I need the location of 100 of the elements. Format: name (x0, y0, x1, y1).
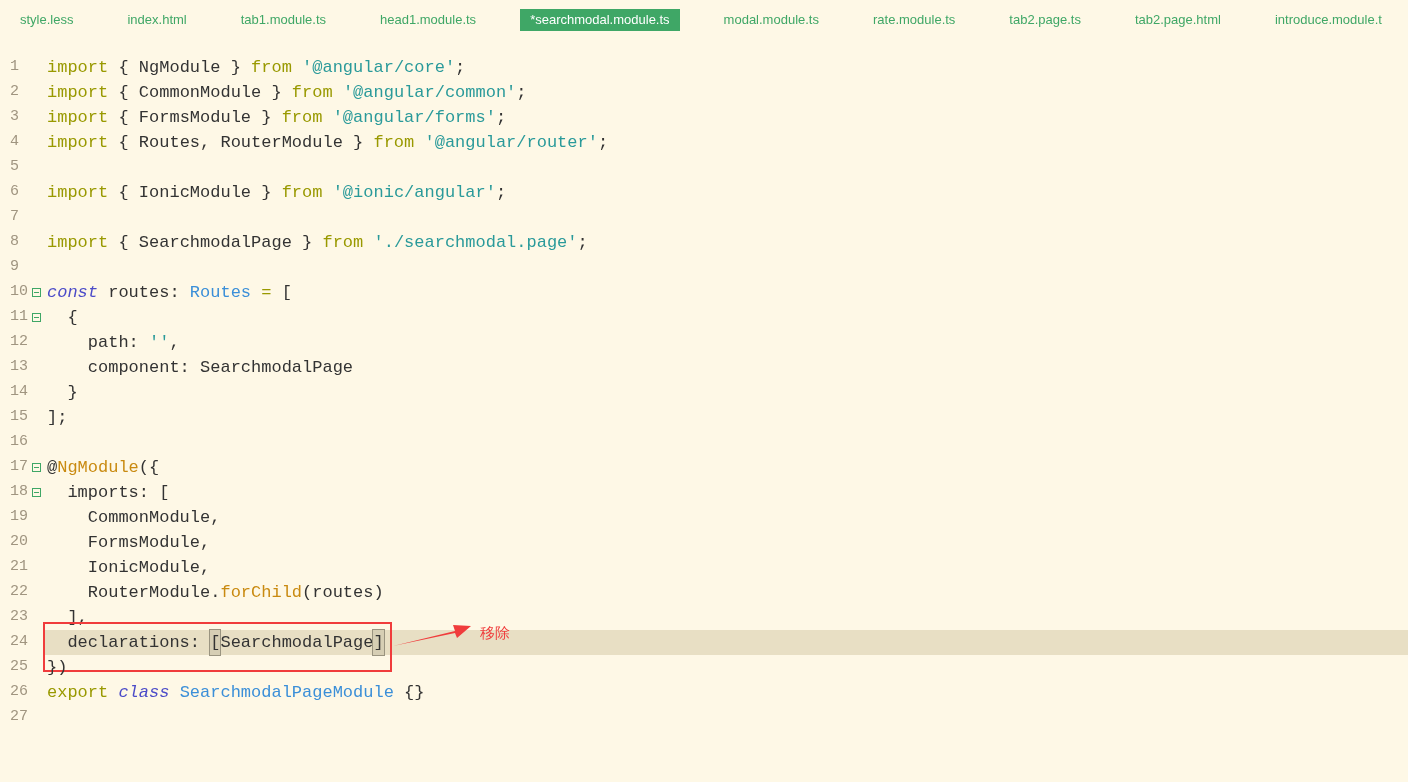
code-token: '@angular/common' (342, 81, 517, 104)
line-number: 18 (10, 482, 29, 503)
code-token: ]; (47, 406, 68, 429)
code-token: '' (149, 331, 170, 354)
line-number: 8 (10, 232, 20, 253)
code-token: import (47, 181, 109, 204)
code-token: component: SearchmodalPage (86, 356, 354, 379)
line-number: 12 (10, 332, 29, 353)
line-number: 26 (10, 682, 29, 703)
line-number: 19 (10, 507, 29, 528)
file-tab[interactable]: *searchmodal.module.ts (520, 9, 680, 31)
code-token: SearchmodalPage (220, 631, 374, 654)
line-number: 5 (10, 157, 20, 178)
line-number: 24 (10, 632, 29, 653)
line-number: 25 (10, 657, 29, 678)
file-tab[interactable]: modal.module.ts (713, 9, 829, 31)
code-token: { NgModule } (117, 56, 242, 79)
code-token: RouterModule. (86, 581, 221, 604)
code-token: from (281, 106, 324, 129)
code-token: CommonModule, (86, 506, 221, 529)
fold-icon[interactable] (32, 313, 41, 322)
code-token: ] (373, 629, 384, 656)
file-tab[interactable]: head1.module.ts (370, 9, 487, 31)
code-token: { FormsModule } (117, 106, 273, 129)
code-token: '@angular/router' (424, 131, 598, 154)
line-number: 3 (10, 107, 20, 128)
line-number: 6 (10, 182, 20, 203)
annotation-label: 移除 (480, 623, 510, 644)
code-token: import (47, 106, 109, 129)
code-token: ; (455, 56, 466, 79)
line-number: 20 (10, 532, 29, 553)
code-token: IonicModule, (86, 556, 211, 579)
code-token: import (47, 131, 109, 154)
code-token: {} (403, 681, 425, 704)
code-token: imports: [ (66, 481, 170, 504)
code-token: ; (495, 181, 507, 204)
code-token: from (251, 56, 293, 79)
code-token: ; (516, 81, 527, 104)
line-number: 7 (10, 207, 20, 228)
code-token: forChild (220, 581, 303, 604)
code-token: path: (86, 331, 140, 354)
code-token: { CommonModule } (117, 81, 283, 104)
code-token: NgModule (57, 456, 139, 479)
code-token: const (47, 281, 98, 304)
code-token: from (281, 181, 324, 204)
file-tab[interactable]: tab2.page.ts (999, 9, 1091, 31)
code-token: declarations: (66, 631, 202, 654)
line-number: 22 (10, 582, 29, 603)
code-token: import (47, 56, 109, 79)
line-number: 14 (10, 382, 29, 403)
code-token: from (291, 81, 334, 104)
code-token: export (47, 681, 110, 704)
code-token: from (373, 131, 416, 154)
file-tab[interactable]: introduce.module.t (1264, 9, 1392, 31)
code-token: } (66, 381, 78, 404)
line-number: 21 (10, 557, 29, 578)
fold-icon[interactable] (32, 463, 41, 472)
file-tab[interactable]: style.less (10, 9, 84, 31)
code-token: import (47, 231, 109, 254)
file-tab[interactable]: rate.module.ts (863, 9, 966, 31)
fold-icon[interactable] (32, 288, 41, 297)
code-token: import (47, 81, 109, 104)
code-token: @ (47, 456, 58, 479)
code-token: Routes (189, 281, 252, 304)
code-token: ; (577, 231, 588, 254)
line-number: 16 (10, 432, 29, 453)
code-token: '@ionic/angular' (332, 181, 496, 204)
code-token: '@angular/core' (302, 56, 456, 79)
code-token: routes: (107, 281, 181, 304)
code-token: FormsModule, (86, 531, 211, 554)
code-token: SearchmodalPageModule (179, 681, 394, 704)
code-token: (routes) (302, 581, 384, 604)
line-number: 11 (10, 307, 29, 328)
line-number: 4 (10, 132, 20, 153)
line-number: 10 (10, 282, 29, 303)
code-token: [ (210, 629, 221, 656)
file-tab[interactable]: tab2.page.html (1124, 9, 1231, 31)
code-token: ({ (138, 456, 160, 479)
code-token: { IonicModule } (117, 181, 273, 204)
code-token: , (169, 331, 180, 354)
code-token: './searchmodal.page' (373, 231, 578, 254)
code-token: [ (281, 281, 292, 304)
code-token: '@angular/forms' (332, 106, 496, 129)
line-number: 27 (10, 707, 29, 728)
line-number: 1 (10, 57, 20, 78)
code-token: { SearchmodalPage } (117, 231, 314, 254)
fold-icon[interactable] (32, 488, 41, 497)
line-number: 13 (10, 357, 29, 378)
line-number: 17 (10, 457, 29, 478)
line-number: 15 (10, 407, 29, 428)
code-token: { Routes, RouterModule } (117, 131, 365, 154)
file-tab[interactable]: index.html (117, 9, 197, 31)
code-token: ; (495, 106, 507, 129)
file-tab[interactable]: tab1.module.ts (230, 9, 336, 31)
code-token: { (66, 306, 78, 329)
code-token: class (118, 681, 171, 704)
code-token: from (322, 231, 365, 254)
code-token: ; (597, 131, 609, 154)
line-number: 9 (10, 257, 20, 278)
line-number: 2 (10, 82, 20, 103)
